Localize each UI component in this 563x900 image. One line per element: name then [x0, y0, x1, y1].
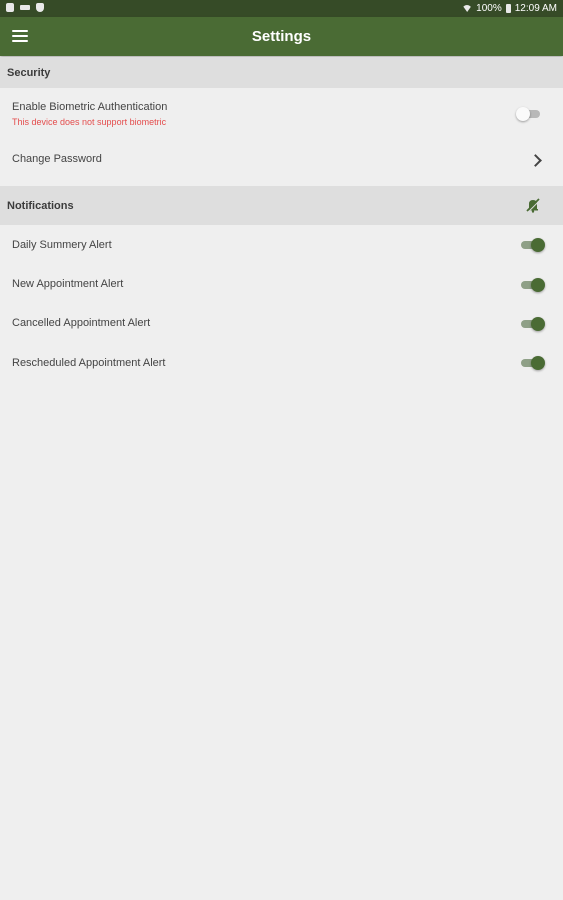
shield-icon [36, 3, 44, 12]
notification-row-new-appointment[interactable]: New Appointment Alert [0, 265, 563, 304]
daily-summary-toggle[interactable] [519, 237, 545, 253]
notification-row-daily-summary[interactable]: Daily Summery Alert [0, 225, 563, 265]
notification-label: Cancelled Appointment Alert [12, 317, 151, 329]
status-time: 12:09 AM [514, 3, 557, 14]
battery-percent: 100% [476, 3, 502, 14]
biometric-toggle[interactable] [516, 106, 542, 122]
battery-icon [505, 4, 511, 13]
security-header-label: Security [7, 67, 51, 79]
page-title: Settings [251, 28, 312, 45]
lock-icon [6, 3, 14, 12]
notification-row-cancelled-appointment[interactable]: Cancelled Appointment Alert [0, 304, 563, 344]
change-password-row[interactable]: Change Password [0, 140, 563, 184]
cancelled-appointment-toggle[interactable] [519, 316, 545, 332]
security-section-header: Security [0, 57, 563, 88]
notification-label: New Appointment Alert [12, 278, 124, 290]
rescheduled-appointment-toggle[interactable] [519, 355, 545, 371]
status-bar: 100% 12:09 AM [0, 0, 563, 17]
biometric-row[interactable]: Enable Biometric Authentication This dev… [0, 88, 563, 140]
new-appointment-toggle[interactable] [519, 277, 545, 293]
status-bar-left [6, 3, 44, 12]
change-password-label: Change Password [12, 153, 102, 165]
notifications-header-label: Notifications [7, 200, 74, 212]
key-icon [20, 5, 30, 10]
notification-label: Rescheduled Appointment Alert [12, 357, 166, 369]
chevron-right-icon[interactable] [529, 154, 542, 167]
notification-row-rescheduled-appointment[interactable]: Rescheduled Appointment Alert [0, 344, 563, 383]
bell-off-icon[interactable] [525, 197, 541, 213]
app-bar: Settings [0, 17, 563, 56]
biometric-warning: This device does not support biometric [12, 117, 167, 127]
biometric-label: Enable Biometric Authentication [12, 101, 168, 113]
status-bar-right: 100% 12:09 AM [462, 3, 557, 14]
notification-label: Daily Summery Alert [12, 239, 112, 251]
notifications-section-header: Notifications [0, 186, 563, 225]
wifi-icon [462, 5, 473, 12]
